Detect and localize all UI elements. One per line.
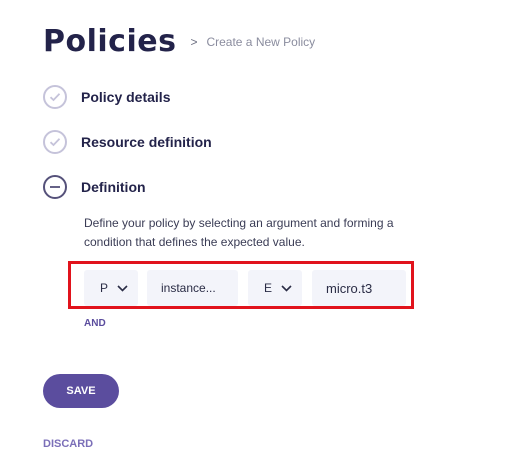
type-select-value: P [100,281,109,295]
step-resource-definition[interactable]: Resource definition [43,130,212,154]
chevron-down-icon [281,281,292,295]
save-button[interactable]: SAVE [43,374,119,408]
add-and-condition-link[interactable]: AND [84,318,106,329]
step-label: Resource definition [81,134,212,150]
value-field[interactable]: micro.t3 [312,270,406,306]
chevron-down-icon [117,281,128,295]
step-policy-details[interactable]: Policy details [43,85,170,109]
check-icon [43,85,67,109]
check-icon [43,130,67,154]
step-definition[interactable]: Definition [43,175,146,199]
type-select[interactable]: P [84,270,138,306]
step-label: Definition [81,179,146,195]
page-header: Policies > Create a New Policy [43,24,315,59]
argument-field[interactable]: instance... [147,270,238,306]
operator-select[interactable]: E [248,270,302,306]
discard-button[interactable]: DISCARD [43,438,93,450]
step-label: Policy details [81,89,171,105]
page-title: Policies [43,24,177,59]
definition-description: Define your policy by selecting an argum… [84,216,394,249]
operator-select-value: E [264,281,273,295]
breadcrumb[interactable]: Create a New Policy [206,35,315,49]
minus-icon [43,175,67,199]
breadcrumb-separator-icon: > [190,34,198,49]
